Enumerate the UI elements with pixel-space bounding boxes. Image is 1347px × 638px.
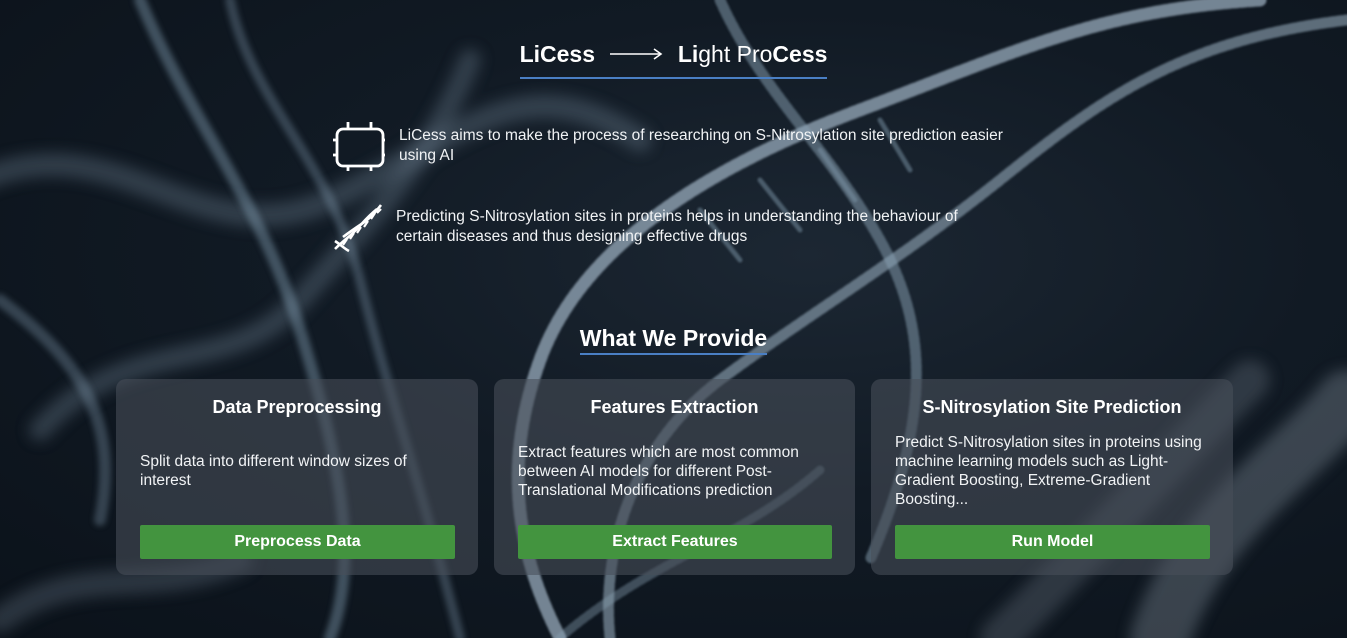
hero-title-bold-part-1: Li [677, 41, 699, 67]
dna-icon [334, 204, 383, 253]
feature-item-ai: LiCess aims to make the process of resea… [333, 120, 1033, 172]
hero-title-light-part: ght Pro [698, 41, 773, 67]
card-site-prediction: S-Nitrosylation Site Prediction Predict … [871, 379, 1233, 575]
chip-icon [333, 122, 385, 171]
feature-text-ai: LiCess aims to make the process of resea… [399, 127, 1003, 164]
hero-title-underlined: LiCess Light ProCess [519, 40, 828, 79]
section-title-text: What We Provide [579, 324, 768, 355]
card-data-preprocessing: Data Preprocessing Split data into diffe… [116, 379, 478, 575]
page-content: LiCess Light ProCess LiCess aims to make… [0, 0, 1347, 638]
extract-features-button[interactable]: Extract Features [518, 525, 832, 559]
long-arrow-right-icon [610, 48, 663, 60]
section-title: What We Provide [0, 324, 1347, 355]
hero-title: LiCess Light ProCess [0, 40, 1347, 79]
hero-title-acronym: LiCess [519, 41, 596, 67]
preprocess-data-button[interactable]: Preprocess Data [140, 525, 455, 559]
card-description: Predict S-Nitrosylation sites in protein… [895, 434, 1202, 508]
card-description: Split data into different window sizes o… [140, 453, 407, 489]
card-title: Features Extraction [590, 397, 759, 417]
card-title: S-Nitrosylation Site Prediction [922, 397, 1182, 417]
feature-item-drugs: Predicting S-Nitrosylation sites in prot… [333, 201, 993, 253]
card-features-extraction: Features Extraction Extract features whi… [494, 379, 855, 575]
run-model-button[interactable]: Run Model [895, 525, 1210, 559]
card-description: Extract features which are most common b… [518, 444, 799, 499]
feature-text-drugs: Predicting S-Nitrosylation sites in prot… [396, 208, 958, 245]
card-title: Data Preprocessing [212, 397, 382, 417]
hero-title-bold-part-2: Cess [772, 41, 828, 67]
